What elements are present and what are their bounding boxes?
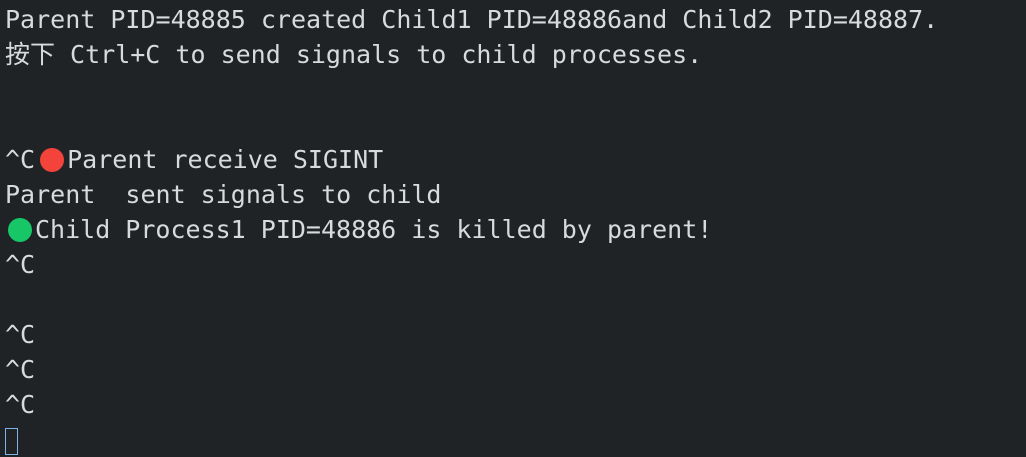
terminal-output[interactable]: Parent PID=48885 created Child1 PID=4888…	[0, 0, 1026, 455]
empty-line	[5, 282, 1026, 317]
ctrl-c-echo: ^C	[5, 355, 36, 384]
output-text: Parent sent signals to child	[5, 180, 442, 209]
output-line-child-killed: Child Process1 PID=48886 is killed by pa…	[5, 212, 1026, 247]
output-line-parent-created: Parent PID=48885 created Child1 PID=4888…	[5, 2, 1026, 37]
output-line-sent-signals: Parent sent signals to child	[5, 177, 1026, 212]
output-text: Parent receive SIGINT	[67, 145, 384, 174]
empty-line	[5, 107, 1026, 142]
prompt-line[interactable]	[5, 422, 1026, 457]
green-circle-icon	[8, 217, 32, 242]
ctrl-c-echo: ^C	[5, 145, 36, 174]
ctrl-c-echo: ^C	[5, 390, 36, 419]
output-text: Parent PID=48885 created Child1 PID=4888…	[5, 5, 939, 34]
output-line-instructions: 按下 Ctrl+C to send signals to child proce…	[5, 37, 1026, 72]
empty-line	[5, 72, 1026, 107]
output-line-ctrl-c: ^C	[5, 387, 1026, 422]
output-text: 按下 Ctrl+C to send signals to child proce…	[5, 40, 703, 69]
ctrl-c-echo: ^C	[5, 320, 36, 349]
text-cursor[interactable]	[5, 428, 18, 455]
output-line-ctrl-c: ^C	[5, 352, 1026, 387]
output-text: Child Process1 PID=48886 is killed by pa…	[35, 215, 713, 244]
output-line-ctrl-c: ^C	[5, 247, 1026, 282]
output-line-ctrl-c: ^C	[5, 317, 1026, 352]
output-line-sigint: ^C Parent receive SIGINT	[5, 142, 1026, 177]
ctrl-c-echo: ^C	[5, 250, 36, 279]
red-circle-icon	[40, 147, 65, 172]
